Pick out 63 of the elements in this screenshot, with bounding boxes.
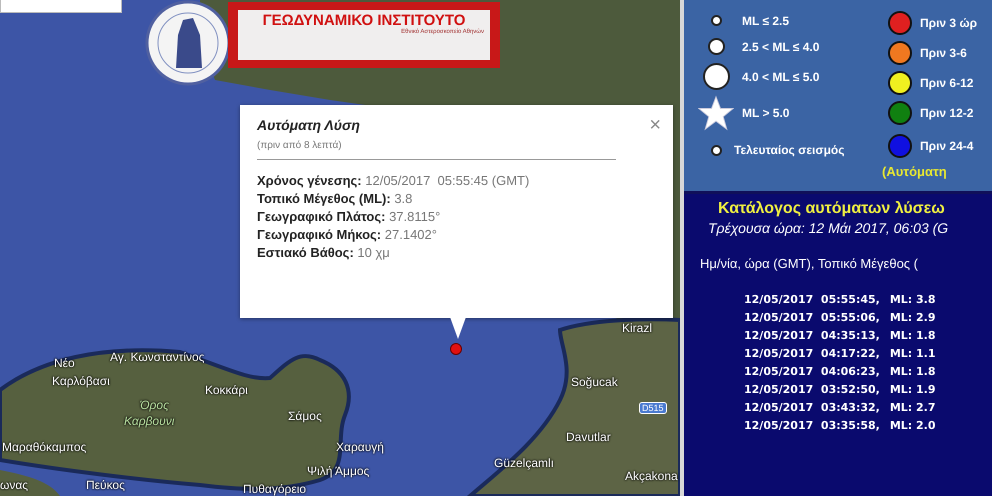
place-label: Soğucak (571, 375, 618, 389)
event-magnitude: ML: 1.8 (890, 329, 936, 342)
place-label: Μαραθόκαμπος (2, 440, 86, 454)
popup-subtitle: (πριν από 8 λεπτά) (257, 140, 343, 151)
event-magnitude: ML: 1.8 (890, 365, 936, 378)
mountain-label: Όρος (140, 398, 169, 412)
latest-quake-dot-icon (710, 144, 722, 156)
magnitude-dot-icon (708, 38, 724, 55)
magnitude-dot-icon (710, 15, 722, 26)
event-datetime: 12/05/2017 04:35:13, (744, 329, 880, 342)
event-datetime: 12/05/2017 05:55:45, (744, 293, 880, 306)
popup-field: Χρόνος γένεσης: 12/05/2017 05:55:45 (GMT) (257, 172, 656, 190)
place-label: Πυθαγόρειο (243, 482, 306, 496)
place-label: Güzelçamlı (494, 456, 554, 470)
event-datetime: 12/05/2017 04:06:23, (744, 365, 880, 378)
place-label: Akçakona (625, 469, 678, 483)
event-datetime: 12/05/2017 05:55:06, (744, 311, 880, 324)
legend-label: ML ≤ 2.5 (742, 14, 790, 28)
place-label: Κοκκάρι (205, 383, 248, 397)
mountain-label: Καρβουνι (124, 414, 174, 428)
event-magnitude: ML: 2.0 (890, 419, 936, 432)
close-button[interactable]: × (649, 115, 661, 135)
place-label: Kirazl (622, 321, 652, 335)
place-label: Ψιλή Άμμος (307, 464, 370, 478)
popup-field: Γεωγραφικό Πλάτος: 37.8115° (257, 208, 656, 226)
place-label: ωνας (0, 478, 28, 492)
place-label: Χαραυγή (336, 440, 384, 454)
magnitude-dot-icon (702, 63, 730, 90)
event-magnitude: ML: 1.1 (890, 347, 936, 360)
star-icon (698, 94, 734, 132)
legend-label: Τελευταίος σεισμός (734, 143, 844, 157)
event-magnitude: ML: 3.8 (890, 293, 936, 306)
place-label: Νέο (54, 356, 75, 370)
legend-label: Πριν 3-6 (920, 46, 967, 60)
legend-label: 2.5 < ML ≤ 4.0 (742, 40, 820, 54)
legend-label: ML > 5.0 (742, 106, 790, 120)
current-time: Τρέχουσα ώρα: 12 Μάι 2017, 06:03 (G (707, 220, 950, 236)
column-header: Ημ/νία, ώρα (GMT), Τοπικό Μέγεθος ( (699, 256, 920, 271)
event-datetime: 12/05/2017 03:35:58, (744, 419, 880, 432)
legend-label: Πριν 6-12 (920, 76, 974, 90)
event-datetime: 12/05/2017 03:43:32, (744, 401, 880, 414)
popup-title: Αυτόματη Λύση (257, 117, 360, 133)
place-label: Αγ. Κωνσταντίνος (110, 350, 204, 364)
legend-label: Πριν 3 ώρ (920, 16, 977, 30)
place-label: Καρλόβασι (52, 374, 110, 388)
legend-note: (Αυτόματη (882, 164, 948, 179)
popup-field: Γεωγραφικό Μήκος: 27.1402° (257, 226, 656, 244)
popup-field: Τοπικό Μέγεθος (ML): 3.8 (257, 190, 656, 208)
legend-label: Πριν 24-4 (920, 139, 974, 153)
event-datetime: 12/05/2017 04:17:22, (744, 347, 880, 360)
road-number: D515 (639, 402, 667, 414)
popup-field: Εστιακό Βάθος: 10 χμ (257, 244, 656, 262)
place-label: Σάμος (288, 409, 322, 423)
legend-label: 4.0 < ML ≤ 5.0 (742, 70, 820, 84)
place-label: Davutlar (566, 430, 611, 444)
event-datetime: 12/05/2017 03:52:50, (744, 383, 880, 396)
event-magnitude: ML: 1.9 (890, 383, 936, 396)
institute-title: ΓΕΩΔΥΝΑΜΙΚΟ ΙΝΣΤΙΤΟΥΤΟ (262, 12, 466, 29)
legend-label: Πριν 12-2 (920, 106, 974, 120)
catalog-title: Κατάλογος αυτόματων λύσεω (717, 200, 946, 218)
place-label: Πεύκος (86, 478, 125, 492)
event-magnitude: ML: 2.7 (890, 401, 936, 414)
event-magnitude: ML: 2.9 (890, 311, 936, 324)
